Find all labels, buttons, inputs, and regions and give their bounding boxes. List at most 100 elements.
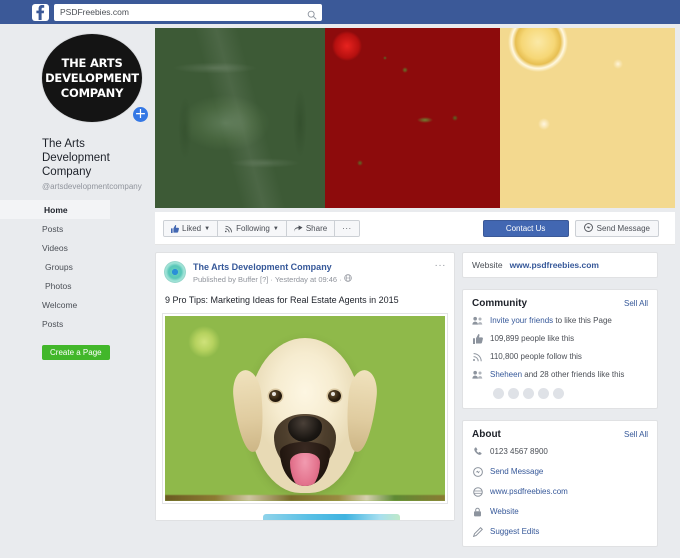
avatar-placeholder[interactable] [523, 388, 534, 399]
about-row-website-url[interactable]: www.psdfreebies.com [463, 486, 657, 506]
share-button[interactable]: Share [286, 221, 336, 236]
post-subline: Published by Buffer [?] · Yesterday at 0… [193, 274, 352, 285]
rss-icon [225, 225, 233, 233]
sidebar-item-groups[interactable]: Groups [0, 257, 148, 276]
following-button[interactable]: Following ▼ [218, 221, 287, 236]
send-message-button[interactable]: Send Message [574, 220, 659, 237]
follows-count-text: 110,800 people follow this [490, 352, 582, 361]
post-published-by: Published by Buffer [?] [193, 275, 269, 284]
chevron-down-icon: ▼ [204, 225, 211, 232]
search-field-wrapper[interactable] [54, 3, 322, 21]
page-handle: @artsdevelopmentcompany [42, 182, 142, 191]
invite-friends-text: to like this Page [553, 316, 612, 325]
page-action-button-group: Liked ▼ Following ▼ Share ··· [163, 220, 360, 237]
friends-like-text: and 28 other friends like this [522, 370, 625, 379]
sidebar-item-photos[interactable]: Photos [0, 276, 148, 295]
community-card-header: Community Sell All [463, 290, 657, 315]
invite-friends-link[interactable]: Invite your friends [490, 316, 553, 325]
friends-icon [472, 315, 483, 326]
website-link[interactable]: www.psdfreebies.com [510, 260, 599, 270]
about-card: About Sell All 0123 4567 8900 Send Messa… [462, 420, 658, 547]
community-row-follows: 110,800 people follow this [463, 351, 657, 369]
post-more-options-icon[interactable]: ··· [435, 261, 447, 271]
about-suggest-edits-link[interactable]: Suggest Edits [490, 526, 539, 537]
community-title: Community [472, 298, 527, 309]
avatar-placeholder[interactable] [493, 388, 504, 399]
search-input[interactable] [60, 4, 300, 20]
liked-button[interactable]: Liked ▼ [164, 221, 219, 236]
contact-us-button[interactable]: Contact Us [482, 220, 569, 237]
sidebar-item-videos[interactable]: Videos [0, 238, 148, 257]
create-page-button[interactable]: Create a Page [42, 345, 110, 360]
about-phone-text: 0123 4567 8900 [490, 447, 548, 456]
thumbs-up-icon [472, 333, 483, 344]
left-sidebar: THE ARTS DEVELOPMENT COMPANY + The Arts … [0, 24, 150, 527]
cover-region-strawberries [325, 28, 500, 208]
post-timestamp[interactable]: Yesterday at 09:46 [275, 274, 337, 285]
sidebar-item-home[interactable]: Home [0, 200, 110, 219]
pencil-icon [472, 526, 483, 537]
lock-icon [472, 506, 483, 517]
friend-name-link[interactable]: Sheheen [490, 370, 522, 379]
about-website-url-link[interactable]: www.psdfreebies.com [490, 486, 568, 497]
website-label: Website [472, 260, 503, 270]
post-image-frame[interactable] [162, 313, 448, 504]
about-see-all-link[interactable]: Sell All [624, 430, 648, 439]
phone-icon [472, 446, 483, 457]
about-title: About [472, 429, 501, 440]
about-row-send-message[interactable]: Send Message [463, 466, 657, 486]
community-see-all-link[interactable]: Sell All [624, 299, 648, 308]
search-icon[interactable] [307, 7, 317, 19]
add-photo-plus-icon[interactable]: + [131, 105, 150, 124]
sidebar-item-posts-2[interactable]: Posts [0, 314, 148, 333]
page-logo[interactable]: THE ARTS DEVELOPMENT COMPANY [42, 34, 142, 122]
puppy-eye-left [269, 390, 282, 403]
post-footer-partial [156, 510, 454, 520]
thumbs-up-icon [171, 224, 179, 233]
website-row: Website www.psdfreebies.com [463, 253, 657, 277]
community-row-invite[interactable]: Invite your friends to like this Page [463, 315, 657, 333]
globe-icon [343, 274, 352, 285]
about-row-suggest-edits[interactable]: Suggest Edits [463, 526, 657, 546]
avatar-placeholder[interactable] [508, 388, 519, 399]
puppy-eye-right [328, 390, 341, 403]
post-card: The Arts Development Company Published b… [155, 252, 455, 521]
more-options-button[interactable]: ··· [335, 221, 359, 236]
friends-icon [472, 369, 483, 380]
cover-photo[interactable] [155, 28, 675, 208]
post-separator-2: · [339, 275, 342, 284]
rss-icon [472, 351, 483, 362]
send-message-label: Send Message [596, 224, 650, 233]
messenger-icon [472, 466, 483, 477]
avatar-placeholder[interactable] [553, 388, 564, 399]
sidebar-item-posts[interactable]: Posts [0, 219, 148, 238]
about-card-header: About Sell All [463, 421, 657, 446]
page-cta-buttons: Contact Us Send Message [482, 220, 659, 237]
page-profile-picture-block[interactable]: THE ARTS DEVELOPMENT COMPANY + [42, 34, 150, 124]
about-send-message-link[interactable]: Send Message [490, 466, 543, 477]
globe-icon [472, 486, 483, 497]
community-row-friends-like[interactable]: Sheheen and 28 other friends like this [463, 369, 657, 387]
facebook-f-logo-icon[interactable] [32, 3, 49, 21]
post-author-avatar[interactable] [164, 261, 186, 283]
page-title: The Arts Development Company [42, 138, 110, 178]
share-label: Share [305, 224, 328, 233]
puppy-mouth [280, 442, 330, 487]
community-card: Community Sell All Invite your friends t… [462, 289, 658, 409]
post-header: The Arts Development Company Published b… [156, 253, 454, 285]
right-sidebar: Website www.psdfreebies.com Community Se… [462, 252, 658, 558]
logo-line-1: THE ARTS [61, 55, 123, 70]
about-website-label-link[interactable]: Website [490, 506, 519, 517]
sidebar-item-welcome[interactable]: Welcome [0, 295, 148, 314]
post-image-puppy[interactable] [165, 316, 445, 501]
page-action-bar: Liked ▼ Following ▼ Share ··· Contact Us… [155, 212, 675, 245]
avatar-placeholder[interactable] [538, 388, 549, 399]
messenger-icon [583, 223, 593, 234]
cover-region-orange-slices [500, 28, 675, 208]
logo-line-2: DEVELOPMENT [45, 70, 139, 85]
about-row-phone: 0123 4567 8900 [463, 446, 657, 466]
about-row-website-label[interactable]: Website [463, 506, 657, 526]
post-author-name[interactable]: The Arts Development Company [193, 262, 352, 273]
puppy-ear-left [230, 368, 268, 454]
likes-count-text: 109,899 people like this [490, 334, 575, 343]
